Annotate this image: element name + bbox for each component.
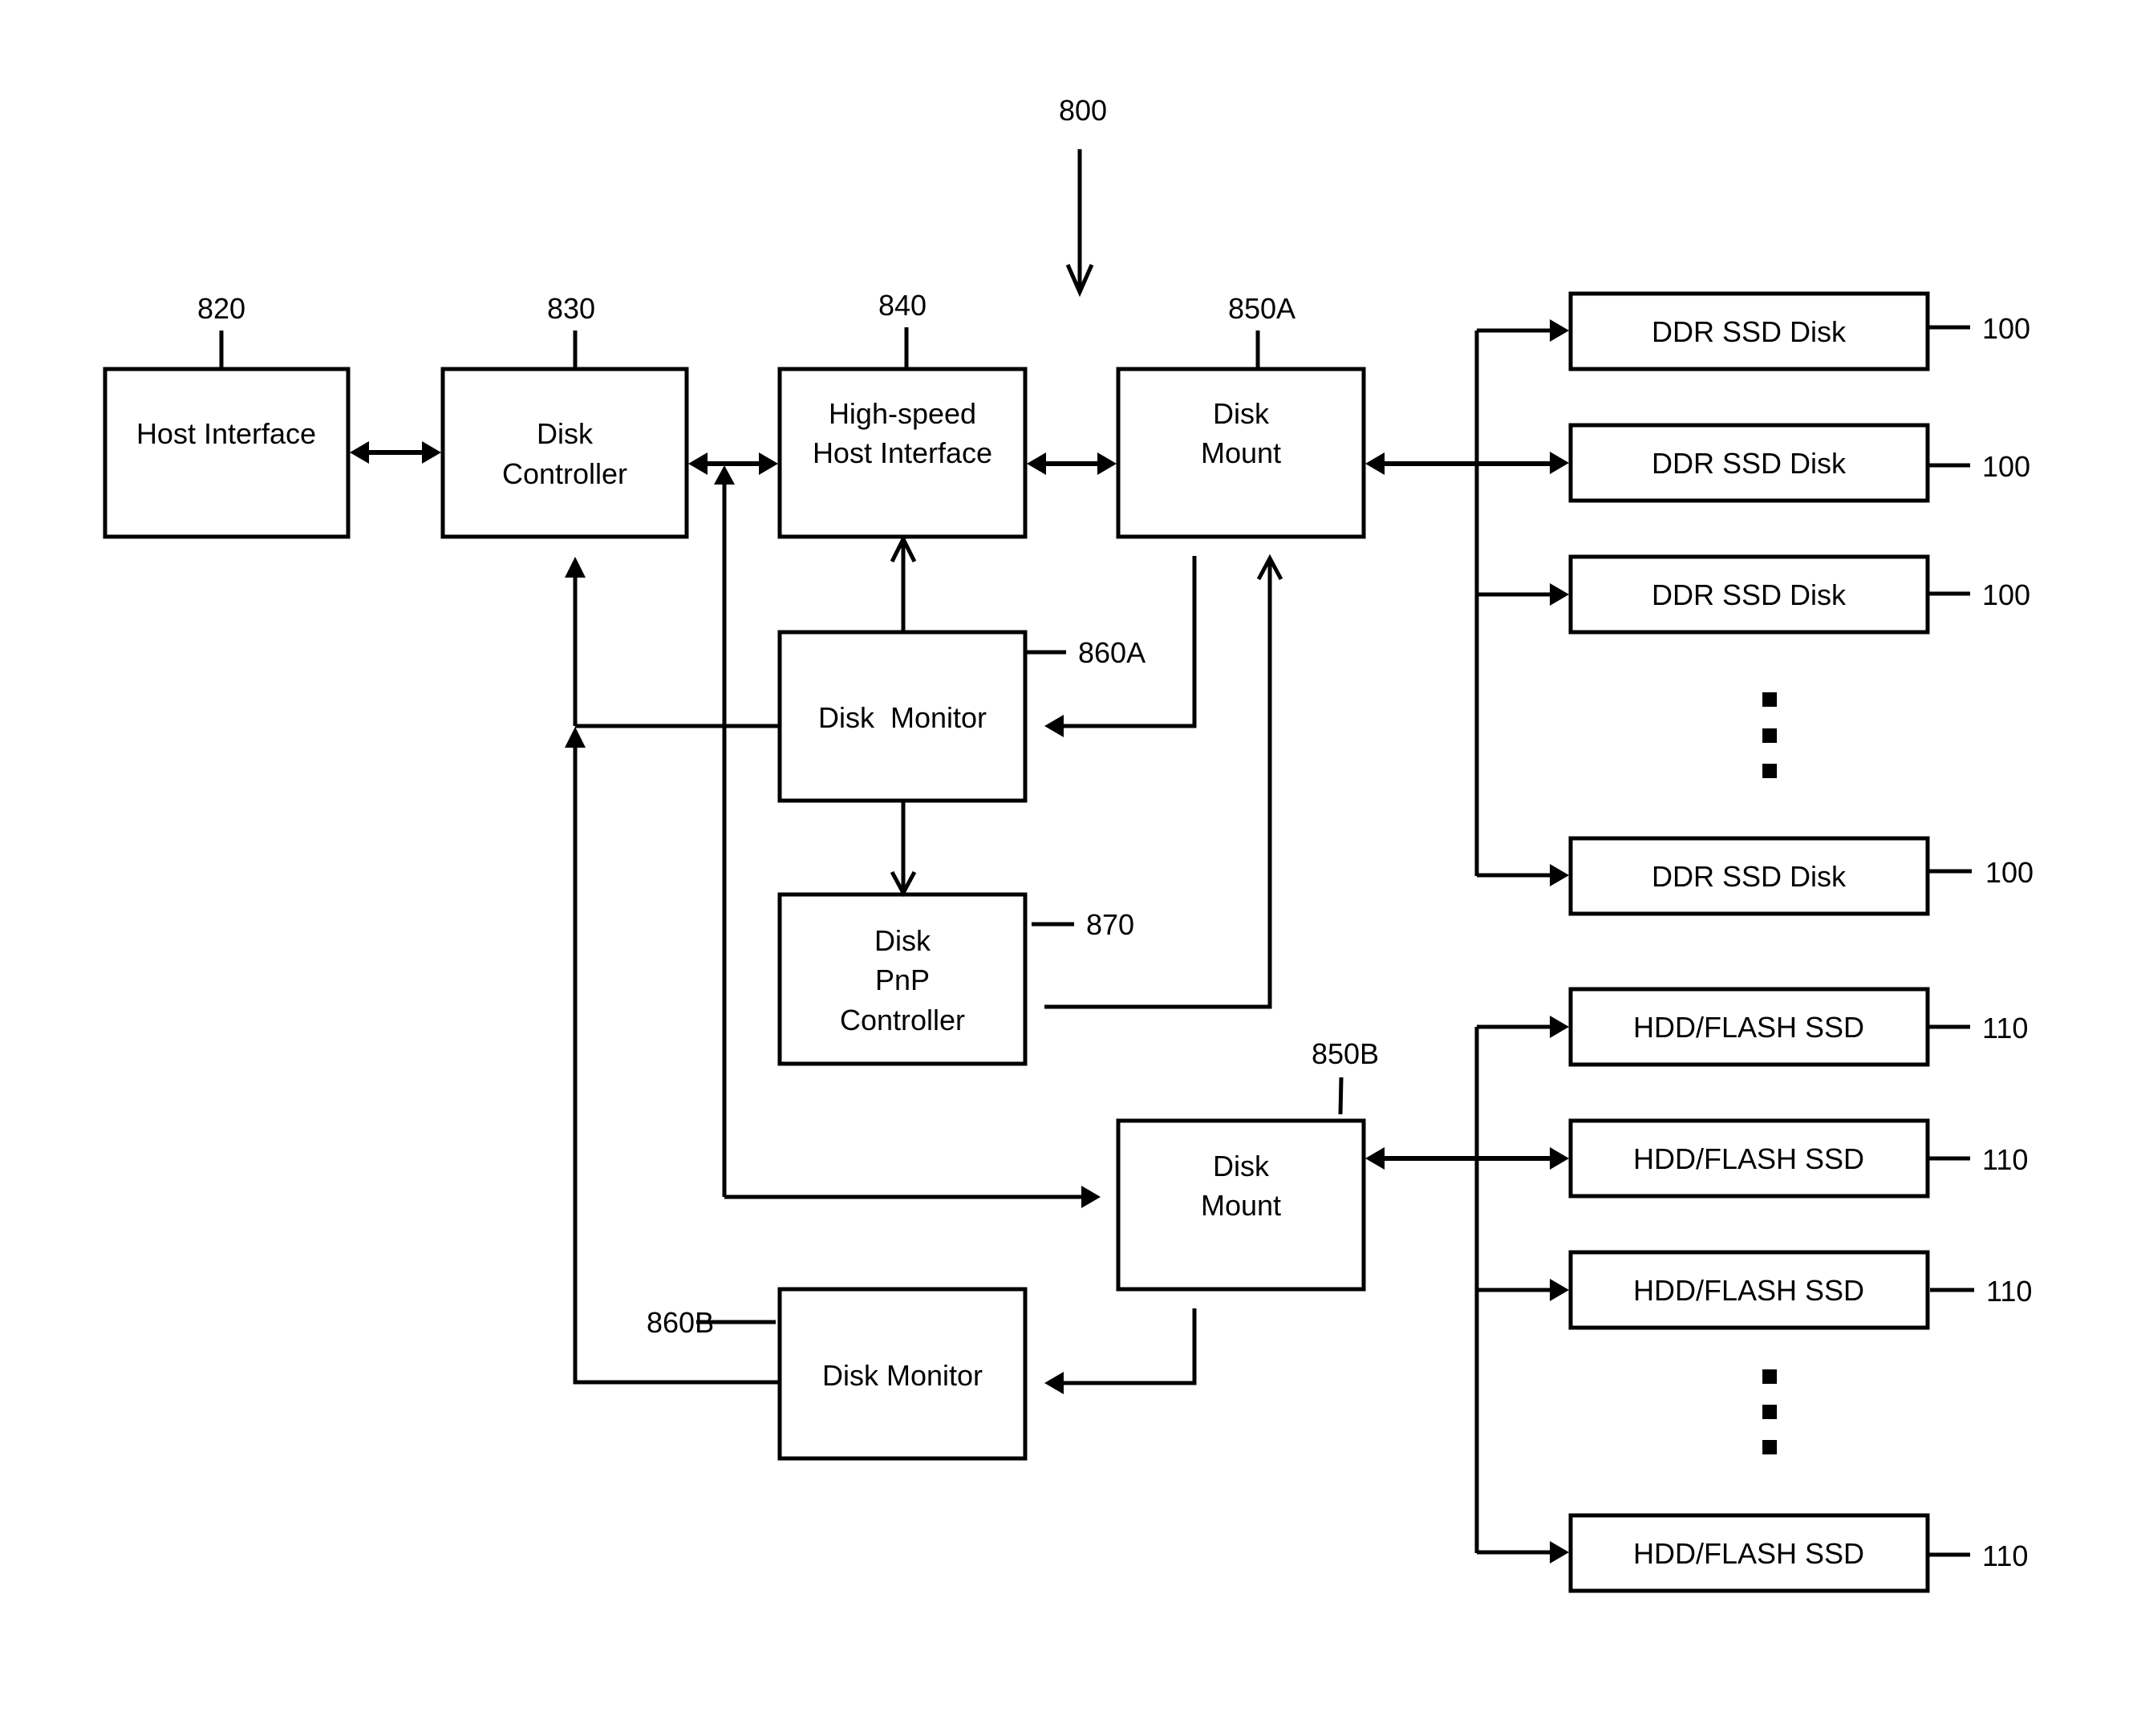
ref-110: 110 xyxy=(1986,1275,2032,1308)
arrowhead-right-icon xyxy=(1550,1147,1569,1170)
block-hs-host-interface: 840 High-speed Host Interface xyxy=(777,289,1028,539)
arrowhead-right-icon xyxy=(1550,319,1569,342)
hdd-disk-item: HDD/FLASH SSD 110 xyxy=(1477,987,2028,1067)
ellipsis-dot xyxy=(1762,1369,1777,1384)
pnp-controller-label-3: Controller xyxy=(840,1004,965,1036)
arrowhead-right-icon xyxy=(1550,864,1569,886)
arrowhead-left-icon xyxy=(350,441,369,464)
ellipsis-dot xyxy=(1762,692,1777,707)
arrowhead-right-icon xyxy=(422,441,441,464)
ddr-disk-label: DDR SSD Disk xyxy=(1652,860,1847,893)
arrowhead-left-icon xyxy=(688,452,708,475)
hdd-disk-item: HDD/FLASH SSD 110 xyxy=(1477,1250,2032,1330)
arrowhead-left-icon xyxy=(1365,452,1385,475)
disk-monitor-b-label: Disk Monitor xyxy=(822,1359,983,1392)
ref-100: 100 xyxy=(1982,312,2030,345)
block-host-interface: 820 Host Interface xyxy=(103,292,351,539)
host-interface-label: Host Interface xyxy=(136,417,316,450)
ref-110: 110 xyxy=(1982,1539,2028,1572)
ellipsis-dot xyxy=(1762,728,1777,743)
ddr-disk-label: DDR SSD Disk xyxy=(1652,447,1847,480)
arrowhead-left-icon xyxy=(1044,1372,1064,1394)
ref-830: 830 xyxy=(547,292,595,325)
ref-100: 100 xyxy=(1982,578,2030,611)
block-disk-mount-b: 850B Disk Mount xyxy=(1116,1037,1379,1292)
hdd-disk-item: HDD/FLASH SSD 110 xyxy=(1477,1513,2028,1593)
hs-host-interface-label-1: High-speed xyxy=(829,397,976,430)
storage-system-diagram: 800 820 Host Interface 830 Disk Controll… xyxy=(103,94,2034,1593)
disk-mount-b-label-2: Mount xyxy=(1201,1189,1281,1222)
hdd-disk-label: HDD/FLASH SSD xyxy=(1633,1142,1864,1175)
hdd-disk-item: HDD/FLASH SSD 110 xyxy=(1550,1118,2028,1199)
arrowhead-left-icon xyxy=(1027,452,1046,475)
ellipsis-dot xyxy=(1762,764,1777,778)
ddr-disk-item: DDR SSD Disk 100 xyxy=(1550,423,2030,503)
ref-100: 100 xyxy=(1982,450,2030,483)
block-disk-mount-a: 850A Disk Mount xyxy=(1116,292,1366,539)
hdd-disk-list: HDD/FLASH SSD 110 HDD/FLASH SSD 110 HDD/… xyxy=(1477,987,2032,1593)
arrowhead-right-icon xyxy=(1550,1016,1569,1038)
hdd-ellipsis xyxy=(1762,1369,1777,1454)
link-pnp-to-mount-a xyxy=(1044,562,1272,1009)
pnp-controller-label-2: PnP xyxy=(875,963,930,996)
ref-850a: 850A xyxy=(1228,292,1296,325)
ref-870: 870 xyxy=(1086,908,1134,941)
host-interface-box xyxy=(103,367,351,539)
arrowhead-right-icon xyxy=(1550,583,1569,606)
block-disk-controller: 830 Disk Controller xyxy=(440,292,689,539)
disk-controller-box xyxy=(440,367,689,539)
disk-mount-a-label-1: Disk xyxy=(1213,397,1270,430)
ref-850b: 850B xyxy=(1312,1037,1379,1070)
figure-ref-label: 800 xyxy=(1059,94,1107,127)
hdd-disk-label: HDD/FLASH SSD xyxy=(1633,1274,1864,1307)
ref-100: 100 xyxy=(1985,856,2034,889)
ref-110: 110 xyxy=(1982,1012,2028,1044)
disk-controller-label-1: Disk xyxy=(537,417,594,450)
link-mount-b-to-monitor-b xyxy=(1059,1308,1197,1385)
pnp-controller-label-1: Disk xyxy=(874,924,931,957)
ddr-disk-label: DDR SSD Disk xyxy=(1652,315,1847,348)
disk-monitor-a-label: Disk Monitor xyxy=(818,701,987,734)
ddr-disk-item: DDR SSD Disk 100 xyxy=(1477,836,2034,916)
leader-850b xyxy=(1338,1077,1344,1115)
ellipsis-dot xyxy=(1762,1440,1777,1454)
link-monitor-b-to-controller xyxy=(573,741,780,1385)
arrowhead-up-icon xyxy=(565,557,586,578)
block-disk-monitor-b: Disk Monitor 860B xyxy=(647,1287,1028,1461)
ref-860a: 860A xyxy=(1078,636,1146,669)
ellipsis-dot xyxy=(1762,1405,1777,1419)
disk-controller-label-2: Controller xyxy=(502,457,627,490)
arrowhead-right-icon xyxy=(1097,452,1117,475)
ddr-disk-item: DDR SSD Disk 100 xyxy=(1477,554,2030,635)
hdd-disk-label: HDD/FLASH SSD xyxy=(1633,1011,1864,1044)
ref-860b: 860B xyxy=(647,1306,714,1339)
arrowhead-right-icon xyxy=(1550,1279,1569,1301)
arrowhead-right-icon xyxy=(1550,1541,1569,1564)
arrowhead-up-icon xyxy=(565,727,586,748)
arrowhead-left-icon xyxy=(1365,1147,1385,1170)
disk-mount-b-label-1: Disk xyxy=(1213,1150,1270,1182)
ref-840: 840 xyxy=(878,289,927,322)
hdd-disk-label: HDD/FLASH SSD xyxy=(1633,1537,1864,1570)
hs-host-interface-label-2: Host Interface xyxy=(813,436,992,469)
arrowhead-up-icon xyxy=(714,465,735,485)
arrowhead-right-icon xyxy=(1550,452,1569,474)
ddr-disk-label: DDR SSD Disk xyxy=(1652,578,1847,611)
arrowhead-left-icon xyxy=(1044,715,1064,737)
block-pnp-controller: Disk PnP Controller 870 xyxy=(777,892,1134,1066)
block-disk-monitor-a: Disk Monitor 860A xyxy=(777,630,1146,803)
ref-820: 820 xyxy=(197,292,245,325)
ddr-ellipsis xyxy=(1762,692,1777,778)
arrowhead-right-icon xyxy=(759,452,778,475)
ddr-disk-list: DDR SSD Disk 100 DDR SSD Disk 100 DDR SS… xyxy=(1477,291,2034,916)
ddr-disk-item: DDR SSD Disk 100 xyxy=(1477,291,2030,371)
arrowhead-right-icon xyxy=(1081,1186,1101,1208)
disk-mount-a-label-2: Mount xyxy=(1201,436,1281,469)
figure-reference: 800 xyxy=(1059,94,1107,298)
ref-110: 110 xyxy=(1982,1143,2028,1176)
